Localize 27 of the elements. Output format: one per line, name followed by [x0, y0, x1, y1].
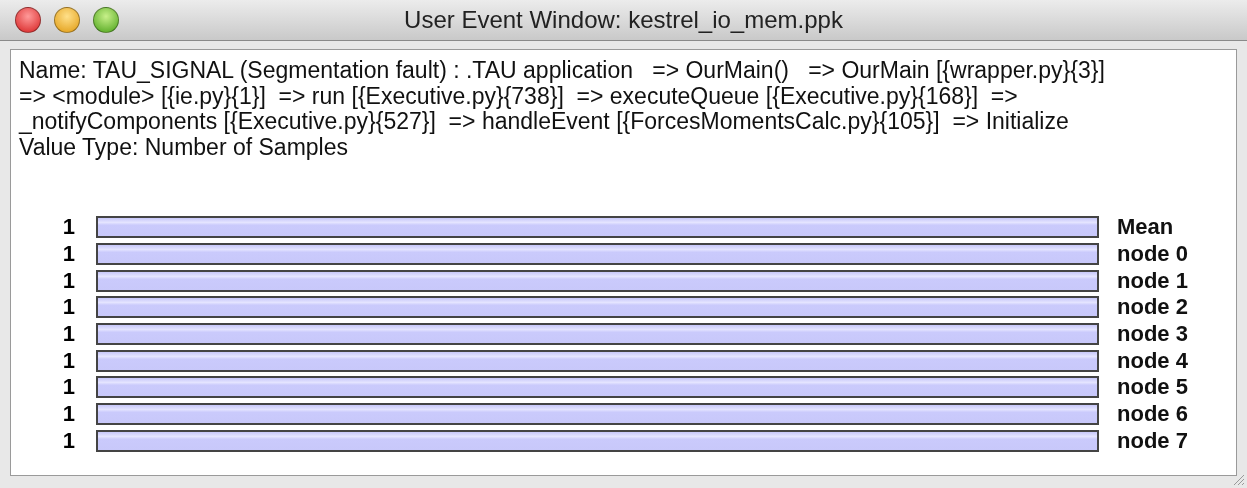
event-name-text: Name: TAU_SIGNAL (Segmentation fault) : .TAU application => OurMain() => OurMain [{wrapper.py}{3}] [19, 58, 1106, 84]
event-name-text: => <module> [{ie.py}{1}] => run [{Executive.py}{738}] => executeQueue [{Executive.py}{168}] => [19, 83, 1018, 109]
value-label: 1 [61, 374, 76, 401]
value-label: 1 [61, 347, 76, 374]
value-label: 1 [61, 321, 76, 348]
value-label: 1 [61, 214, 76, 241]
window-title: User Event Window: kestrel_io_mem.ppk [404, 6, 843, 34]
value-label: 1 [61, 401, 76, 428]
row-label: Mean [1117, 216, 1174, 239]
row-label: node 6 [1117, 403, 1188, 426]
row-label: node 7 [1117, 429, 1188, 452]
value-label: 1 [61, 294, 76, 321]
value-label: 1 [61, 241, 76, 268]
row-label: node 2 [1117, 296, 1188, 319]
event-name-text: _notifyComponents [{Executive.py}{527}] => handleEvent [{ForcesMomentsCalc.py}{105}] => Initialize [19, 109, 1070, 135]
row-label: node 3 [1117, 323, 1188, 346]
value-label: 1 [61, 427, 76, 454]
resize-grip-icon[interactable] [1233, 474, 1245, 486]
row-label: node 4 [1117, 349, 1188, 372]
zoom-button[interactable] [93, 7, 119, 33]
close-button[interactable] [15, 7, 41, 33]
row-label: node 0 [1117, 243, 1188, 266]
value-label: 1 [61, 267, 76, 294]
value-type-text: Value Type: Number of Samples [19, 134, 348, 160]
row-label: node 1 [1117, 269, 1188, 292]
minimize-button[interactable] [54, 7, 80, 33]
row-label: node 5 [1117, 376, 1188, 399]
